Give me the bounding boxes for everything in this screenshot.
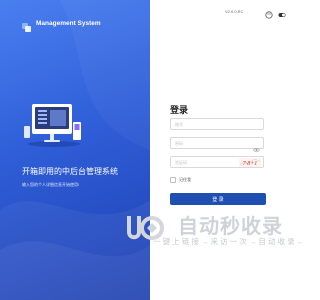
username-field[interactable] [170, 118, 264, 130]
remember-me[interactable]: 记住我 [170, 177, 191, 183]
watermark-subtitle: 一 键 上 链 接 → 来 访 一 次 → 自 动 收 录 ← [153, 237, 305, 246]
password-input[interactable] [175, 138, 245, 148]
password-field[interactable] [170, 137, 264, 153]
palette-icon[interactable] [265, 6, 273, 19]
login-button[interactable]: 登 录 [170, 193, 266, 205]
captcha-text: 7·8+1 [243, 161, 258, 167]
brand: Management System [22, 19, 101, 32]
version-label: V2.0.0.RC [225, 9, 244, 14]
remember-checkbox[interactable] [170, 177, 176, 183]
username-input[interactable] [175, 119, 245, 129]
computer-illustration [24, 104, 81, 147]
eye-icon[interactable] [253, 140, 260, 153]
dark-mode-icon[interactable] [278, 6, 286, 17]
watermark-title: 自动秒收录 [178, 216, 283, 238]
hero-subtitle: 输入您的个人详细信息开始使用! [22, 182, 80, 187]
hero-slogan: 开箱即用的中后台管理系统 [22, 167, 118, 176]
brand-logo-icon [22, 19, 32, 32]
login-title: 登录 [170, 105, 189, 115]
remember-label: 记住我 [179, 177, 191, 182]
brand-name: Management System [36, 20, 101, 27]
captcha-input[interactable] [175, 157, 245, 167]
captcha-image[interactable]: 7·8+1 [239, 158, 261, 167]
background-waves [0, 0, 150, 300]
captcha-field[interactable]: 7·8+1 [170, 156, 264, 168]
left-brand-panel: Management System 开箱即用的中后台管理系统 输入您的个人详细信… [0, 0, 150, 300]
